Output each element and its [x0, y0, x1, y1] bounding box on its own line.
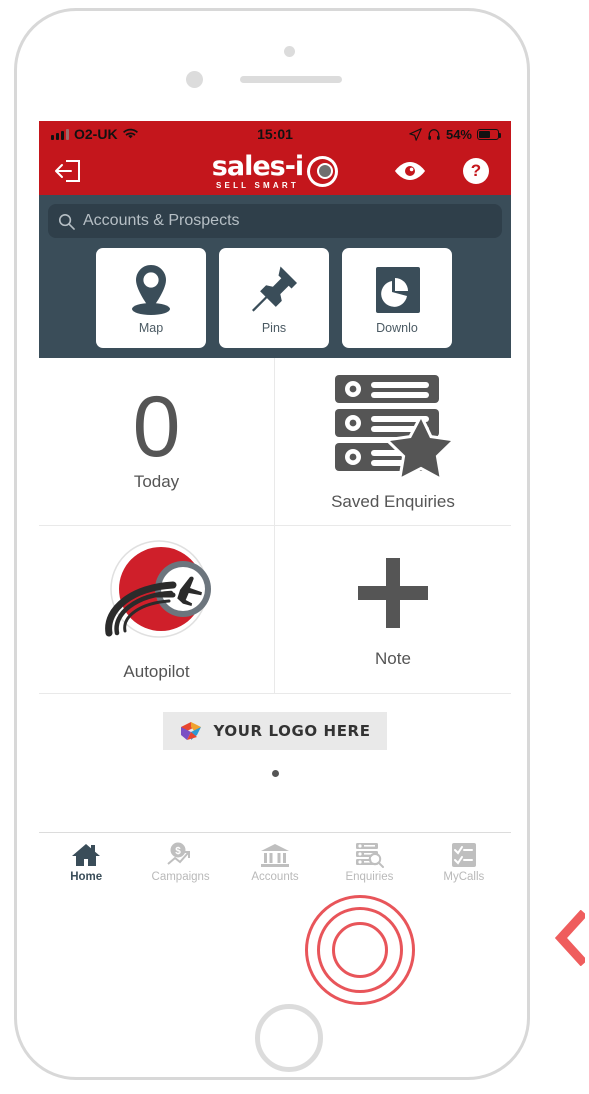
tile-label: Autopilot — [123, 662, 190, 681]
tile-autopilot[interactable]: Autopilot — [39, 526, 275, 694]
home-icon — [71, 842, 101, 868]
home-button[interactable] — [255, 1004, 323, 1072]
logo-tagline: SELL SMART — [216, 180, 299, 190]
autopilot-plane-icon — [95, 537, 219, 654]
partner-logo-slot: YOUR LOGO HERE — [39, 694, 511, 782]
headphones-icon — [428, 128, 440, 140]
tab-home[interactable]: Home — [39, 833, 133, 891]
tile-label: Note — [375, 649, 411, 668]
tab-campaigns[interactable]: $ Campaigns — [133, 833, 227, 891]
tab-label: MyCalls — [443, 870, 485, 883]
tab-accounts[interactable]: Accounts — [228, 833, 322, 891]
your-logo-here-placeholder[interactable]: YOUR LOGO HERE — [163, 712, 387, 750]
location-arrow-icon — [409, 127, 422, 141]
status-bar-left: O2-UK — [51, 126, 138, 142]
page-indicator — [271, 764, 279, 782]
quick-tile-label: Map — [138, 321, 164, 335]
battery-percent-label: 54% — [445, 126, 472, 142]
tile-label: Saved Enquiries — [331, 492, 455, 511]
mycalls-checklist-icon — [451, 842, 477, 868]
saved-enquiries-star-icon — [327, 371, 459, 484]
wifi-icon — [122, 128, 138, 139]
search-and-quick-actions-panel: Accounts & Prospects Map Pins Downlo — [39, 195, 511, 358]
home-main-content: 0 Today Saved Enquiries Autopilot Note Y… — [39, 358, 511, 782]
accounts-bank-icon — [260, 842, 290, 868]
bottom-tab-bar: Home $ Campaigns Accounts Enquiries MyCa… — [39, 832, 511, 891]
quick-tile-label: Pins — [261, 321, 287, 335]
carrier-label: O2-UK — [74, 126, 118, 142]
tab-label: Campaigns — [151, 870, 210, 883]
svg-text:$: $ — [175, 846, 181, 857]
eye-logo-mark — [307, 155, 339, 187]
plus-icon — [350, 550, 436, 641]
pushpin-icon — [247, 261, 301, 319]
chevron-left-icon — [554, 909, 588, 967]
logout-icon[interactable] — [53, 158, 83, 184]
tile-note[interactable]: Note — [275, 526, 511, 694]
ribbon-logo-icon — [181, 722, 202, 740]
tab-label: Enquiries — [345, 870, 394, 883]
battery-icon — [477, 128, 501, 140]
tab-label: Accounts — [251, 870, 299, 883]
help-icon[interactable]: ? — [463, 158, 489, 184]
tile-saved-enquiries[interactable]: Saved Enquiries — [275, 358, 511, 526]
logo-wordmark: sales-i — [211, 150, 304, 182]
campaigns-coin-trend-icon: $ — [165, 842, 197, 868]
status-bar-right: 54% — [409, 126, 501, 142]
tab-mycalls[interactable]: MyCalls — [417, 833, 511, 891]
search-input[interactable]: Accounts & Prospects — [48, 204, 502, 238]
quick-tile-label: Downlo — [376, 321, 418, 335]
map-pin-icon — [125, 261, 177, 319]
app-logo: sales-i SELL SMART — [195, 153, 355, 190]
downloads-pie-chart-icon — [370, 261, 424, 319]
sensor-dot — [284, 46, 295, 57]
tile-today[interactable]: 0 Today — [39, 358, 275, 526]
search-icon — [58, 213, 75, 230]
home-tile-grid: 0 Today Saved Enquiries Autopilot Note — [39, 358, 511, 694]
quick-tile-pins[interactable]: Pins — [219, 248, 329, 348]
tab-label: Home — [70, 870, 103, 883]
phone-top-bezel — [17, 11, 527, 119]
phone-device-frame: O2-UK 15:01 54% sales-i SELL SMART ? Acc… — [14, 8, 530, 1080]
app-header-bar: sales-i SELL SMART ? — [39, 147, 511, 195]
eye-icon[interactable] — [393, 156, 427, 186]
today-count: 0 — [132, 378, 181, 475]
quick-action-tiles: Map Pins Downlo — [48, 248, 502, 348]
earpiece-speaker — [240, 76, 342, 83]
enquiries-search-list-icon — [354, 842, 385, 868]
tile-label: Today — [133, 472, 180, 492]
front-camera-icon — [186, 71, 203, 88]
signal-bars-icon — [51, 128, 69, 140]
quick-tile-map[interactable]: Map — [96, 248, 206, 348]
your-logo-here-label: YOUR LOGO HERE — [213, 722, 371, 740]
search-placeholder: Accounts & Prospects — [83, 212, 240, 229]
tab-enquiries[interactable]: Enquiries — [322, 833, 416, 891]
phone-screen: O2-UK 15:01 54% sales-i SELL SMART ? Acc… — [39, 121, 511, 891]
status-bar: O2-UK 15:01 54% — [39, 121, 511, 147]
quick-tile-downloads[interactable]: Downlo — [342, 248, 452, 348]
